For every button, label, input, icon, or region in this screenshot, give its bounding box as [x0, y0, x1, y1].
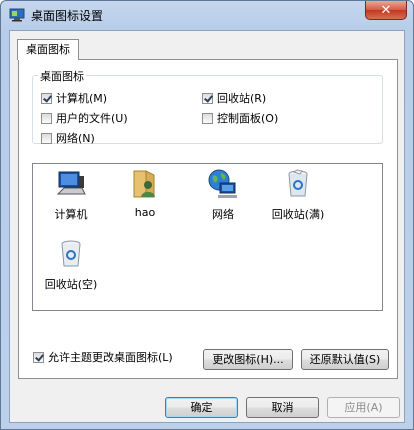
checkbox-user-files[interactable]: 用户的文件(U): [41, 110, 128, 126]
icon-label: 回收站(空): [44, 278, 98, 291]
list-item[interactable]: 回收站(满): [263, 168, 333, 222]
checkbox-recycle-bin[interactable]: 回收站(R): [202, 90, 266, 106]
checkbox-box[interactable]: [33, 351, 44, 363]
dialog-client: 桌面图标 桌面图标 计算机(M) 回收站(R) 用户的文件(U) 控制面板(O)…: [9, 30, 405, 423]
checkbox-box[interactable]: [41, 132, 52, 144]
computer-icon: [56, 171, 86, 195]
icon-label: 网络: [212, 208, 234, 221]
restore-default-button[interactable]: 还原默认值(S): [301, 349, 389, 370]
icon-label: 计算机: [54, 208, 88, 221]
list-item[interactable]: 网络: [188, 168, 258, 222]
list-item[interactable]: hao: [110, 168, 180, 219]
checkbox-box[interactable]: [202, 92, 213, 104]
title-bar[interactable]: 桌面图标设置 ✕: [1, 1, 413, 29]
checkbox-network[interactable]: 网络(N): [41, 130, 95, 146]
checkbox-box[interactable]: [41, 112, 52, 124]
recycle-bin-empty-icon: [61, 240, 81, 267]
change-icon-button[interactable]: 更改图标(H)...: [203, 349, 293, 370]
icon-label: hao: [134, 206, 156, 219]
icon-label: 回收站(满): [271, 208, 325, 221]
close-button[interactable]: ✕: [365, 1, 407, 20]
list-item[interactable]: 回收站(空): [36, 238, 106, 292]
checkbox-box[interactable]: [41, 92, 52, 104]
network-globe-icon: [208, 169, 237, 198]
group-title: 桌面图标: [38, 68, 86, 84]
icon-list[interactable]: 计算机 hao 网络 回收站(满) 回收站(空): [32, 163, 383, 311]
cancel-button[interactable]: 取消: [246, 397, 319, 418]
user-folder-icon: [133, 170, 155, 198]
ok-button[interactable]: 确定: [165, 397, 238, 418]
dialog-window: 桌面图标设置 ✕ 桌面图标 桌面图标 计算机(M) 回收站(R) 用户的文件(U…: [0, 0, 414, 430]
desktop-icons-group: 桌面图标 计算机(M) 回收站(R) 用户的文件(U) 控制面板(O) 网络(N…: [32, 68, 383, 146]
window-title: 桌面图标设置: [31, 9, 104, 23]
apply-button[interactable]: 应用(A): [327, 397, 400, 418]
recycle-bin-full-icon: [288, 169, 308, 197]
tab-panel: 桌面图标 计算机(M) 回收站(R) 用户的文件(U) 控制面板(O) 网络(N…: [18, 59, 398, 379]
checkbox-control-panel[interactable]: 控制面板(O): [202, 110, 278, 126]
tab-desktop-icons[interactable]: 桌面图标: [17, 39, 79, 60]
close-icon: ✕: [380, 2, 392, 18]
checkbox-allow-theme[interactable]: 允许主题更改桌面图标(L): [33, 349, 173, 365]
checkbox-box[interactable]: [202, 112, 213, 124]
list-item[interactable]: 计算机: [36, 168, 106, 222]
display-settings-icon: [9, 8, 25, 22]
checkbox-computer[interactable]: 计算机(M): [41, 90, 107, 106]
